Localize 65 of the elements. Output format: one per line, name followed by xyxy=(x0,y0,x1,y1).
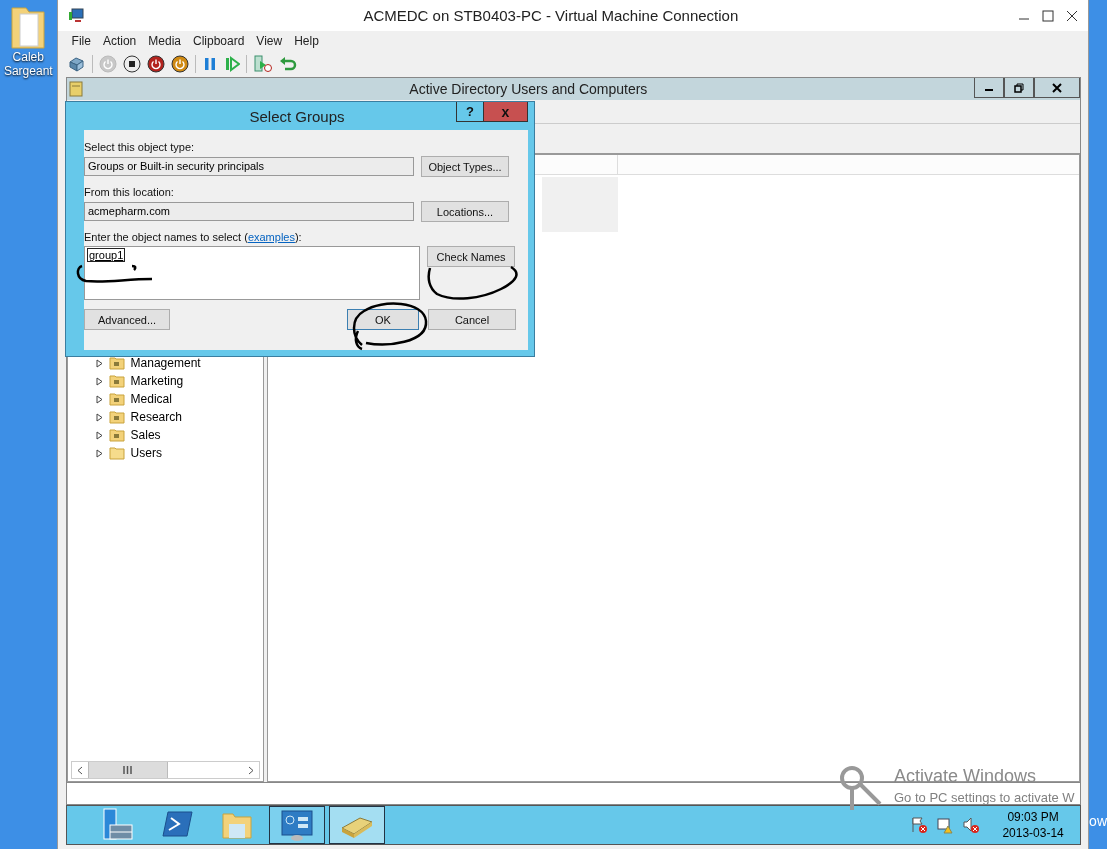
organizational-unit-icon xyxy=(108,392,125,406)
tree-item[interactable]: Medical xyxy=(130,392,172,406)
power-icon[interactable] xyxy=(170,54,189,73)
field-label: From this location: xyxy=(84,186,175,198)
locations-button[interactable]: Locations... xyxy=(421,201,509,222)
menu-item[interactable]: Media xyxy=(142,33,187,48)
object-type-field: Groups or Built-in security principals xyxy=(84,157,414,176)
help-button[interactable]: ? xyxy=(456,102,484,122)
maximize-icon[interactable] xyxy=(1042,9,1055,22)
object-types-button[interactable]: Object Types... xyxy=(421,156,509,177)
watermark-text: Go to PC settings to activate W xyxy=(894,789,1075,807)
expand-icon[interactable] xyxy=(95,376,103,386)
clock-time[interactable]: 09:03 PM xyxy=(998,809,1069,825)
tree-item[interactable]: Users xyxy=(130,446,162,460)
expand-icon[interactable] xyxy=(95,394,103,404)
window-title: ACMEDC on STB0403-PC - Virtual Machine Connection xyxy=(362,7,740,24)
speaker-icon[interactable] xyxy=(962,816,981,834)
expand-icon[interactable] xyxy=(95,412,103,422)
monitor-icon xyxy=(67,7,84,24)
expand-icon[interactable] xyxy=(95,448,103,458)
menu-item[interactable]: Action xyxy=(96,33,143,48)
organizational-unit-icon xyxy=(108,374,125,388)
minimize-icon[interactable] xyxy=(974,78,1005,98)
power-icon[interactable] xyxy=(146,54,165,73)
field-label: Enter the object names to select (examples): xyxy=(84,231,303,243)
organizational-unit-icon xyxy=(108,410,125,424)
folder-icon xyxy=(108,446,125,460)
close-icon[interactable] xyxy=(1034,78,1081,98)
menu-item[interactable]: File xyxy=(65,33,97,48)
tree-item[interactable]: Sales xyxy=(130,428,161,442)
clock-date[interactable]: 2013-03-14 xyxy=(998,825,1069,841)
restore-icon[interactable] xyxy=(1004,78,1035,98)
tree-item[interactable]: Management xyxy=(130,356,201,370)
close-icon[interactable] xyxy=(1066,9,1079,22)
scrollbar-thumb[interactable] xyxy=(87,762,168,778)
network-icon[interactable] xyxy=(936,816,955,834)
advanced-button[interactable]: Advanced... xyxy=(84,309,170,330)
expand-icon[interactable] xyxy=(95,358,103,368)
taskbar-button[interactable] xyxy=(328,806,385,844)
names-input-field[interactable]: group1 xyxy=(84,246,420,300)
ok-button[interactable]: OK xyxy=(347,309,419,330)
taskbar-button[interactable] xyxy=(268,806,325,844)
location-field: acmepharm.com xyxy=(84,202,414,221)
dialog-title: Select Groups xyxy=(248,108,346,125)
book-icon xyxy=(68,81,83,97)
menu-item[interactable]: Clipboard xyxy=(187,33,251,48)
expand-icon[interactable] xyxy=(95,430,103,440)
window-text-fragment: ow xyxy=(1089,813,1107,829)
cancel-button[interactable]: Cancel xyxy=(428,309,516,330)
watermark-title: Activate Windows xyxy=(894,766,1038,786)
window-title: Active Directory Users and Computers xyxy=(408,81,649,97)
menu-item[interactable]: Help xyxy=(288,33,325,48)
tree-item[interactable]: Research xyxy=(130,410,182,424)
dashboard-icon xyxy=(279,808,314,842)
check-names-button[interactable]: Check Names xyxy=(427,246,515,267)
organizational-unit-icon xyxy=(108,428,125,442)
undo-icon[interactable] xyxy=(278,54,297,73)
field-label: Select this object type: xyxy=(84,141,196,153)
close-button[interactable]: x xyxy=(484,102,528,122)
stop-icon[interactable] xyxy=(122,54,141,73)
menu-item[interactable]: View xyxy=(250,33,289,48)
tree-item[interactable]: Marketing xyxy=(130,374,184,388)
flag-icon[interactable] xyxy=(910,816,929,834)
camera-icon[interactable] xyxy=(252,54,273,73)
organizational-unit-icon xyxy=(108,356,125,370)
